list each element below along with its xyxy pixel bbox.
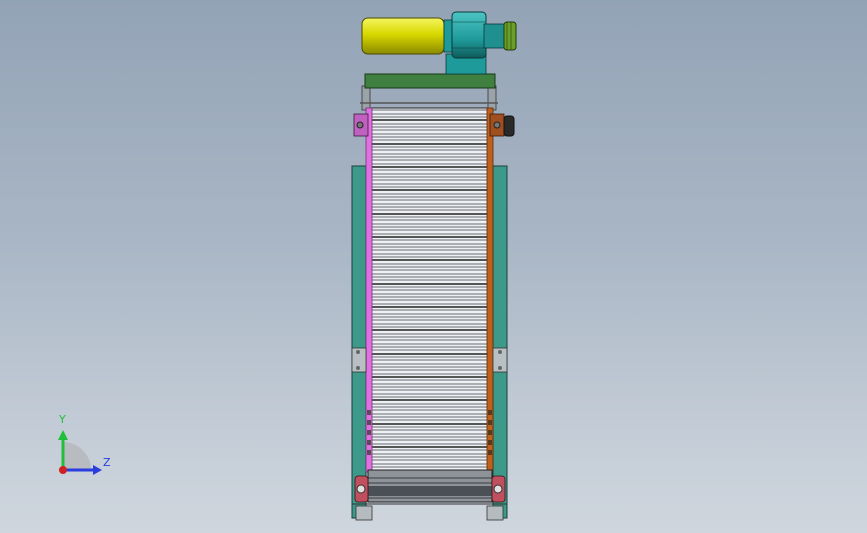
left-mid-bolt-top — [356, 350, 360, 354]
left-mid-bolt-bottom — [356, 366, 360, 370]
right-frame-rail — [492, 165, 508, 519]
y-axis-label: Y — [59, 413, 66, 426]
screen-machine-model[interactable] — [0, 0, 867, 533]
left-upper-post — [361, 85, 371, 111]
left-foot — [355, 505, 373, 521]
right-mid-bolt-top — [498, 350, 502, 354]
gearbox[interactable] — [451, 11, 487, 59]
drive-motor[interactable] — [361, 17, 445, 55]
triad-quadrant — [63, 442, 91, 470]
right-top-bolt — [493, 121, 501, 129]
left-frame-rail — [351, 165, 367, 519]
left-top-bolt — [356, 121, 364, 129]
screen-panel — [370, 107, 489, 471]
bottom-roller-band — [368, 486, 492, 496]
right-mid-bolt-bottom — [498, 366, 502, 370]
drive-sprocket — [503, 21, 517, 51]
left-chain — [365, 107, 373, 473]
top-mounting-plate — [364, 73, 496, 89]
cad-viewport[interactable]: Y Z — [0, 0, 867, 533]
z-axis-arrow — [93, 465, 102, 475]
right-chain — [486, 107, 494, 473]
axis-origin — [59, 466, 67, 474]
right-foot — [486, 505, 504, 521]
axis-triad — [58, 430, 102, 475]
right-upper-post — [487, 85, 497, 111]
right-top-gear — [503, 115, 515, 137]
y-axis-arrow — [58, 430, 68, 440]
gearbox-flange — [483, 23, 505, 49]
z-axis-label: Z — [103, 456, 111, 469]
